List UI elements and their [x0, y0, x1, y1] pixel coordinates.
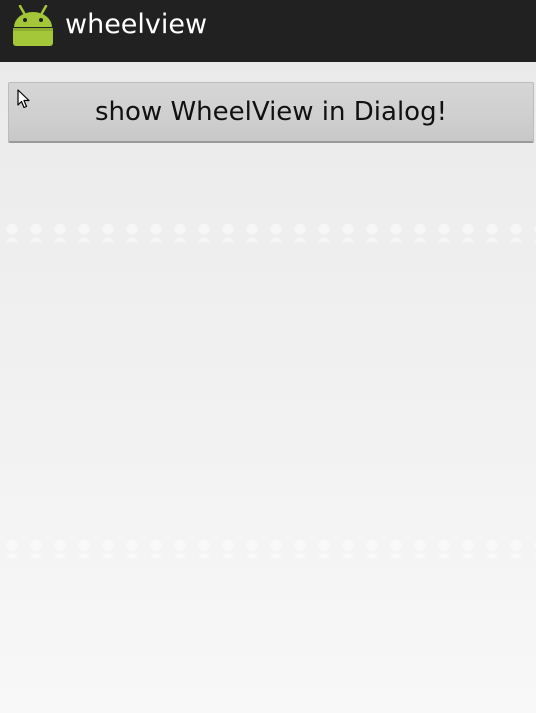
action-bar: wheelview: [0, 0, 536, 62]
main-content: show WheelView in Dialog!: [0, 62, 536, 713]
background-pattern: [0, 538, 536, 558]
show-wheelview-dialog-button-label: show WheelView in Dialog!: [94, 97, 448, 127]
mouse-pointer-icon: [17, 89, 31, 109]
show-wheelview-dialog-button[interactable]: show WheelView in Dialog!: [8, 82, 534, 143]
app-title: wheelview: [65, 9, 208, 40]
background-pattern: [0, 222, 536, 242]
android-robot-icon: [12, 4, 54, 47]
